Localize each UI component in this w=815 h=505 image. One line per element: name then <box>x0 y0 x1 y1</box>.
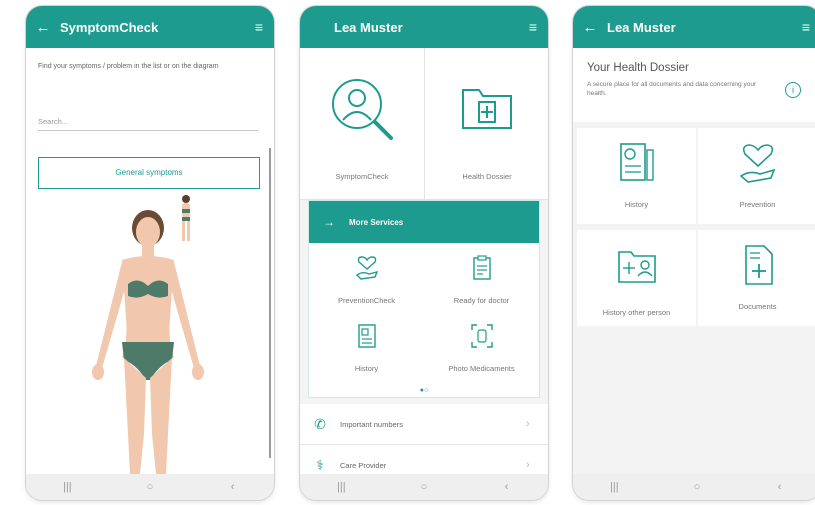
row-important-numbers[interactable]: ✆ Important numbers › <box>300 404 548 445</box>
tile-symptomcheck[interactable]: SymptomCheck <box>300 48 425 200</box>
tile-history-other-person[interactable]: History other person <box>577 230 696 326</box>
menu-icon[interactable]: ≡ <box>791 19 815 35</box>
folder-person-icon <box>618 251 656 283</box>
tile-history[interactable]: History <box>577 128 696 224</box>
row-label: Important numbers <box>340 419 403 429</box>
menu-icon[interactable]: ≡ <box>244 19 274 35</box>
tile-label: History other person <box>602 308 671 317</box>
back-button[interactable]: ‹ <box>213 481 253 493</box>
app-bar: ← Lea Muster ≡ <box>573 6 815 48</box>
arrow-right-icon: → <box>323 215 335 229</box>
clipboard-icon <box>473 255 491 280</box>
row-label: Care Provider <box>340 460 387 470</box>
service-ready-for-doctor[interactable]: Ready for doctor <box>424 249 539 311</box>
home-button[interactable]: ○ <box>130 481 170 493</box>
more-services-title: More Services <box>349 217 404 227</box>
app-bar-title: SymptomCheck <box>60 19 159 35</box>
symptom-screen: Find your symptoms / problem in the list… <box>26 48 274 474</box>
page-title: Your Health Dossier <box>587 62 689 74</box>
instruction-text: Find your symptoms / problem in the list… <box>38 63 219 70</box>
recents-button[interactable]: ||| <box>594 481 634 493</box>
page-subtitle: A secure place for all documents and dat… <box>587 81 757 97</box>
app-bar: Lea Muster ≡ <box>300 6 548 48</box>
service-history[interactable]: History <box>309 317 424 379</box>
body-diagram[interactable] <box>78 208 218 474</box>
heart-hand-icon <box>739 144 776 183</box>
phone-health-dossier: ← Lea Muster ≡ Your Health Dossier A sec… <box>573 6 815 500</box>
phone-icon: ✆ <box>314 415 326 432</box>
tile-label: Documents <box>738 302 777 311</box>
stethoscope-icon: ⚕ <box>316 456 324 473</box>
tile-label: Prevention <box>739 200 776 209</box>
home-button[interactable]: ○ <box>404 481 444 493</box>
system-nav-bar: ||| ○ ‹ <box>26 474 274 500</box>
document-plus-icon <box>745 245 773 285</box>
tile-label: History <box>624 200 649 209</box>
chevron-right-icon: › <box>526 459 530 471</box>
tile-prevention[interactable]: Prevention <box>698 128 815 224</box>
home-screen: SymptomCheck Health Dossier → More Servi… <box>300 48 548 474</box>
search-input[interactable]: Search... <box>38 114 258 131</box>
general-symptoms-button[interactable]: General symptoms <box>38 157 260 189</box>
service-label: PreventionCheck <box>337 296 396 305</box>
tile-label: Health Dossier <box>462 172 512 181</box>
more-services-panel: → More Services PreventionCheck Ready fo… <box>308 200 540 398</box>
search-person-icon <box>332 79 393 140</box>
app-bar-title: Lea Muster <box>607 19 676 35</box>
menu-icon[interactable]: ≡ <box>518 19 548 35</box>
back-button[interactable]: ‹ <box>487 481 527 493</box>
service-photo-medicaments[interactable]: Photo Medicaments <box>424 317 539 379</box>
service-label: Ready for doctor <box>453 296 510 305</box>
document-icon <box>358 324 376 348</box>
system-nav-bar: ||| ○ ‹ <box>300 474 548 500</box>
recents-button[interactable]: ||| <box>321 481 361 493</box>
scan-icon <box>471 324 493 348</box>
system-nav-bar: ||| ○ ‹ <box>573 474 815 500</box>
phone-home: Lea Muster ≡ SymptomCheck Health Dossier <box>300 6 548 500</box>
history-doc-icon <box>620 143 654 181</box>
back-button[interactable]: ‹ <box>760 481 800 493</box>
tile-label: SymptomCheck <box>335 172 389 181</box>
back-arrow-icon[interactable]: ← <box>26 19 60 36</box>
folder-plus-icon <box>462 89 512 129</box>
row-care-provider[interactable]: ⚕ Care Provider › <box>300 445 548 474</box>
recents-button[interactable]: ||| <box>47 481 87 493</box>
service-label: History <box>354 364 379 373</box>
app-bar: ← SymptomCheck ≡ <box>26 6 274 48</box>
service-prevention-check[interactable]: PreventionCheck <box>309 249 424 311</box>
scrollbar[interactable] <box>269 148 271 458</box>
info-icon[interactable]: i <box>785 82 801 98</box>
dossier-grid: History Prevention History other person <box>573 122 815 474</box>
dossier-screen: Your Health Dossier A secure place for a… <box>573 48 815 474</box>
phone-symptomcheck: ← SymptomCheck ≡ Find your symptoms / pr… <box>26 6 274 500</box>
tile-documents[interactable]: Documents <box>698 230 815 326</box>
tile-health-dossier[interactable]: Health Dossier <box>425 48 548 200</box>
home-button[interactable]: ○ <box>677 481 717 493</box>
back-arrow-icon[interactable]: ← <box>573 19 607 36</box>
service-label: Photo Medicaments <box>448 364 515 373</box>
app-bar-title: Lea Muster <box>334 19 403 35</box>
heart-hand-icon <box>355 256 379 280</box>
chevron-right-icon: › <box>526 418 530 430</box>
page-indicator[interactable]: ●○ <box>309 387 539 394</box>
more-services-header[interactable]: → More Services <box>309 201 539 243</box>
